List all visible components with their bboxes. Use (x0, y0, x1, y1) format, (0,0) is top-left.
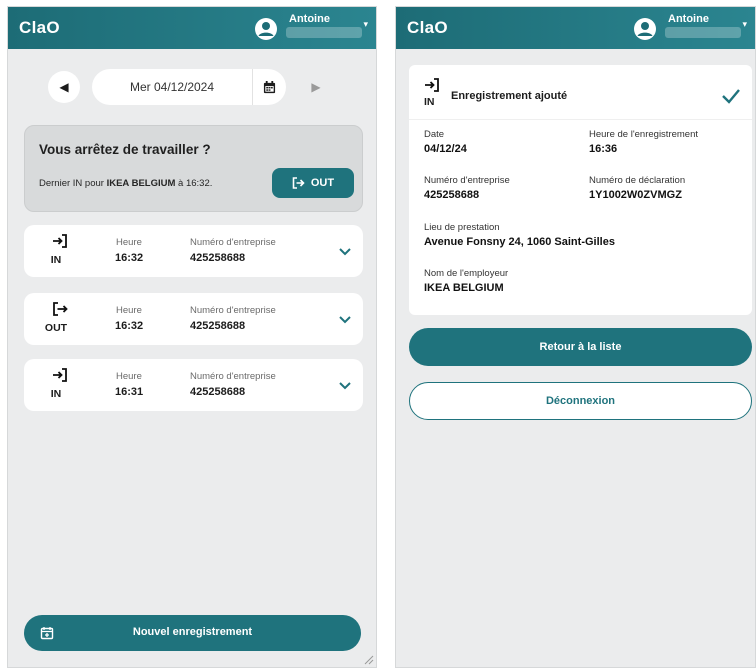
confirmation-title: Enregistrement ajouté (451, 90, 568, 102)
user-info[interactable]: Antoine ▾ (665, 12, 747, 42)
hour-value: 16:32 (115, 252, 144, 264)
user-info[interactable]: Antoine ▾ (286, 12, 368, 42)
divider (409, 119, 752, 120)
company-number-value: 425258688 (190, 320, 246, 332)
resize-grip-icon[interactable] (364, 655, 374, 665)
entry-type: IN (50, 388, 62, 400)
company-number-label: Numéro d'entreprise (190, 237, 276, 248)
out-button[interactable]: OUT (272, 168, 354, 198)
caret-right-icon: ▶ (311, 80, 321, 94)
logout-button[interactable]: Déconnexion (409, 382, 752, 420)
user-menu[interactable]: Antoine ▾ (254, 12, 368, 44)
company-number-value: 425258688 (190, 252, 246, 264)
sign-out-icon (53, 302, 68, 316)
employer-value: IKEA BELGIUM (424, 282, 504, 294)
out-button-label: OUT (310, 177, 335, 189)
entry-card[interactable]: IN Heure 16:32 Numéro d'entreprise 42525… (24, 225, 363, 277)
sign-out-icon (292, 177, 305, 189)
employer-label: Nom de l'employeur (424, 268, 509, 279)
company-number-label: Numéro d'entreprise (190, 305, 276, 316)
caret-down-icon[interactable]: ▾ (742, 19, 747, 30)
user-avatar-icon (255, 18, 277, 40)
app-title: ClaO (19, 18, 60, 37)
user-menu[interactable]: Antoine ▾ (633, 12, 747, 44)
declaration-number-label: Numéro de déclaration (589, 175, 686, 186)
user-name: Antoine (289, 13, 330, 25)
user-avatar-icon (634, 18, 656, 40)
sign-in-icon (53, 234, 67, 248)
date-display[interactable]: Mer 04/12/2024 (92, 69, 252, 105)
last-in-text: Dernier IN pour IKEA BELGIUM à 16:32. (39, 178, 213, 189)
hour-label: Heure (116, 237, 142, 248)
chevron-down-icon[interactable] (337, 377, 353, 393)
time-label: Heure de l'enregistrement (589, 129, 699, 140)
new-entry-label: Nouvel enregistrement (132, 626, 253, 638)
user-name: Antoine (668, 13, 709, 25)
entries-list-screen: ClaO Antoine ▾ ◀ Mer 04/12/2024 ▶ Vous a… (7, 6, 377, 668)
entry-type: IN (424, 96, 435, 108)
date-label: Date (424, 129, 445, 140)
calendar-icon (263, 80, 276, 93)
caret-down-icon[interactable]: ▾ (363, 19, 368, 30)
hour-label: Heure (116, 371, 142, 382)
hour-label: Heure (116, 305, 142, 316)
company-number-label: Numéro d'entreprise (424, 175, 510, 186)
entry-card[interactable]: OUT Heure 16:32 Numéro d'entreprise 4252… (24, 293, 363, 345)
sign-in-icon (425, 78, 439, 92)
declaration-number-value: 1Y1002W0ZVMGZ (589, 189, 682, 201)
check-icon (722, 89, 740, 104)
user-detail-redacted (286, 27, 362, 38)
date-value: 04/12/24 (424, 143, 467, 155)
entry-card[interactable]: IN Heure 16:31 Numéro d'entreprise 42525… (24, 359, 363, 411)
chevron-down-icon[interactable] (337, 311, 353, 327)
entry-detail-card: IN Enregistrement ajouté Date 04/12/24 H… (409, 65, 752, 315)
app-title: ClaO (407, 18, 448, 37)
date-navigator: ◀ Mer 04/12/2024 ▶ (48, 69, 343, 105)
previous-day-button[interactable]: ◀ (48, 71, 80, 103)
company-number-value: 425258688 (424, 189, 480, 201)
sign-in-icon (53, 368, 67, 382)
work-location-label: Lieu de prestation (424, 222, 500, 233)
entry-type: OUT (44, 322, 68, 334)
app-header: ClaO Antoine ▾ (8, 7, 376, 49)
entry-confirmation-screen: ClaO Antoine ▾ IN Enregistrement ajouté … (395, 6, 756, 668)
calendar-button[interactable] (252, 69, 286, 105)
company-number-value: 425258688 (190, 386, 246, 398)
hour-value: 16:32 (115, 320, 144, 332)
work-location-value: Avenue Fonsny 24, 1060 Saint-Gilles (424, 236, 615, 248)
hour-value: 16:31 (115, 386, 144, 398)
caret-left-icon: ◀ (59, 80, 69, 94)
back-to-list-button[interactable]: Retour à la liste (409, 328, 752, 366)
app-header: ClaO Antoine ▾ (396, 7, 755, 49)
last-in-company: IKEA BELGIUM (106, 178, 176, 189)
next-day-button[interactable]: ▶ (300, 71, 332, 103)
company-number-label: Numéro d'entreprise (190, 371, 276, 382)
stop-work-title: Vous arrêtez de travailler ? (39, 142, 211, 157)
new-entry-button[interactable]: Nouvel enregistrement (24, 615, 361, 651)
user-detail-redacted (665, 27, 741, 38)
stop-work-card: Vous arrêtez de travailler ? Dernier IN … (24, 125, 363, 212)
chevron-down-icon[interactable] (337, 243, 353, 259)
entry-type: IN (50, 254, 62, 266)
time-value: 16:36 (589, 143, 618, 155)
